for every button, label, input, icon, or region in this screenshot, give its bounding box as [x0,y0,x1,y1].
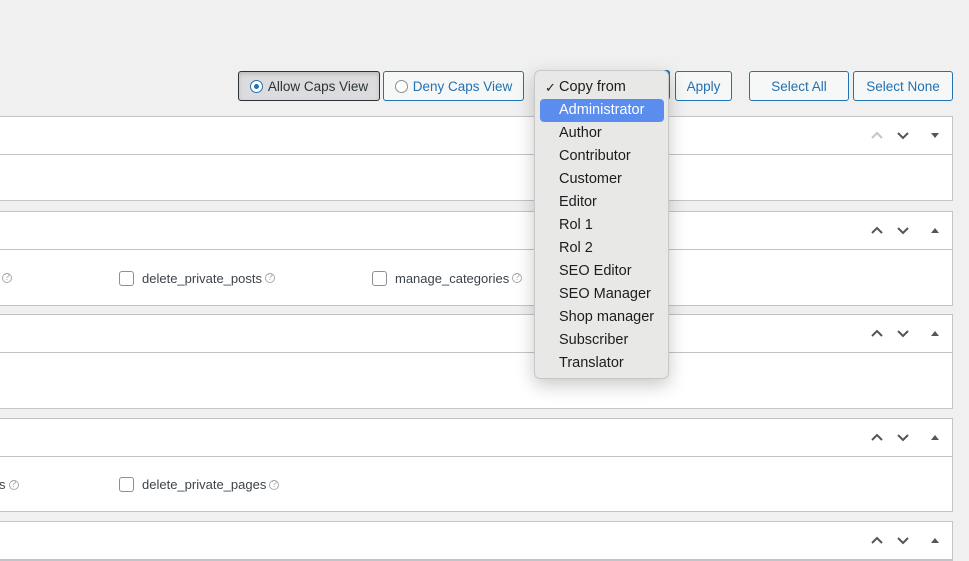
box-header [0,315,952,353]
box-content: s ? delete_private_pages ? [0,457,952,512]
option-seo-manager[interactable]: SEO Manager [540,283,664,306]
cap-label: delete_private_posts [142,270,262,286]
toggle-panel-icon[interactable] [927,127,943,143]
toggle-panel-icon[interactable] [927,222,943,238]
option-label: Copy from [559,79,626,95]
capability-group-box-3 [0,314,953,409]
capability-group-box-2: ? delete_private_posts ? manage_categori… [0,211,953,306]
box-header [0,419,952,457]
move-down-icon[interactable] [895,127,911,143]
move-down-icon[interactable] [895,429,911,445]
option-author[interactable]: Author [540,122,664,145]
copy-from-dropdown-menu[interactable]: ✓ Copy from Administrator Author Contrib… [534,70,669,379]
apply-button[interactable]: Apply [675,71,732,101]
toggle-panel-icon[interactable] [927,532,943,548]
option-seo-editor[interactable]: SEO Editor [540,260,664,283]
move-up-icon[interactable] [869,222,885,238]
help-icon[interactable]: ? [264,273,275,283]
allow-radio-icon [249,79,263,93]
cap-item-manage-categories: manage_categories ? [372,250,523,306]
move-down-icon[interactable] [895,222,911,238]
checkmark-icon: ✓ [545,80,556,95]
deny-radio-icon [394,79,408,93]
option-copy-from[interactable]: ✓ Copy from [540,76,664,99]
help-icon[interactable]: ? [8,479,19,490]
option-contributor[interactable]: Contributor [540,145,664,168]
box-header [0,522,952,560]
help-icon[interactable]: ? [2,273,12,283]
cap-item-delete-private-pages: delete_private_pages ? [119,457,280,512]
cap-label: delete_private_pages [142,477,267,492]
move-down-icon[interactable] [895,325,911,341]
help-icon[interactable]: ? [269,479,280,490]
help-icon[interactable]: ? [512,273,523,283]
option-rol-2[interactable]: Rol 2 [540,237,664,260]
box-header [0,117,952,155]
select-all-button[interactable]: Select All [749,71,849,101]
option-subscriber[interactable]: Subscriber [540,329,664,352]
move-down-icon[interactable] [895,532,911,548]
allow-caps-view-button[interactable]: Allow Caps View [238,71,380,101]
allow-caps-view-label: Allow Caps View [267,78,369,94]
deny-caps-view-label: Deny Caps View [412,78,513,94]
cap-label: manage_categories [395,270,510,286]
option-customer[interactable]: Customer [540,168,664,191]
capability-group-box-1 [0,116,953,201]
toggle-panel-icon[interactable] [927,429,943,445]
option-shop-manager[interactable]: Shop manager [540,306,664,329]
move-up-icon[interactable] [869,429,885,445]
capability-group-box-4: s ? delete_private_pages ? [0,418,953,512]
option-editor[interactable]: Editor [540,191,664,214]
move-up-icon[interactable] [869,127,885,143]
option-administrator[interactable]: Administrator [540,99,664,122]
box-header [0,212,952,250]
deny-caps-view-button[interactable]: Deny Caps View [383,71,524,101]
cap-checkbox[interactable] [119,270,134,286]
select-none-button[interactable]: Select None [853,71,953,101]
box-content: ? delete_private_posts ? manage_categori… [0,250,952,306]
option-translator[interactable]: Translator [540,352,664,375]
move-up-icon[interactable] [869,532,885,548]
cap-item-delete-private-posts: delete_private_posts ? [119,250,275,306]
cap-checkbox[interactable] [372,270,387,286]
cap-item-partial: ? [0,250,12,306]
cap-checkbox[interactable] [119,477,134,492]
capability-group-box-5 [0,521,953,561]
cap-item-partial: s ? [0,457,19,512]
toggle-panel-icon[interactable] [927,325,943,341]
move-up-icon[interactable] [869,325,885,341]
option-rol-1[interactable]: Rol 1 [540,214,664,237]
cap-label-partial: s [0,477,6,492]
